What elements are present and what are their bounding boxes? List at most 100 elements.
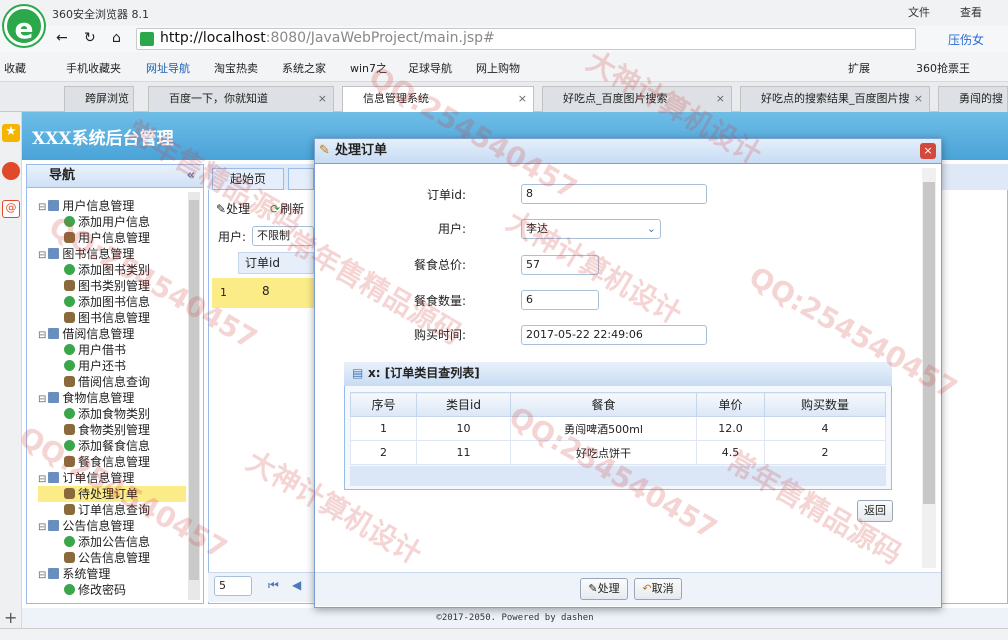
back-icon[interactable]: ←	[56, 30, 68, 46]
bookmark-favorites[interactable]: 收藏	[4, 60, 26, 76]
first-page-icon[interactable]: ⏮	[268, 578, 279, 593]
tab-crossscreen[interactable]: 跨屏浏览	[64, 86, 134, 112]
col-unit-price[interactable]: 单价	[696, 392, 765, 417]
nav-group[interactable]: 图书信息管理	[38, 246, 186, 262]
filter-label: 用户:	[218, 230, 247, 244]
nav-item[interactable]: 图书类别管理	[38, 278, 186, 294]
nav-item[interactable]: 借阅信息查询	[38, 374, 186, 390]
grid-header-orderid[interactable]: 订单id	[238, 252, 314, 274]
nav-group[interactable]: 用户信息管理	[38, 198, 186, 214]
nav-item[interactable]: 公告信息管理	[38, 550, 186, 566]
nav-item[interactable]: 食物类别管理	[38, 422, 186, 438]
add-icon[interactable]: +	[4, 608, 17, 627]
process-button[interactable]: ✎处理	[580, 578, 628, 600]
nav-item[interactable]: 用户借书	[38, 342, 186, 358]
nav-item[interactable]: 添加公告信息	[38, 534, 186, 550]
refresh-toolbar-button[interactable]: ⟳刷新	[270, 200, 304, 217]
nav-item[interactable]: 待处理订单	[38, 486, 186, 502]
tab-baidu[interactable]: 百度一下，你就知道 ×	[148, 86, 334, 112]
bookmark-taobao[interactable]: 淘宝热卖	[214, 60, 258, 76]
nav-scroll-thumb[interactable]	[189, 200, 199, 580]
nav-group[interactable]: 公告信息管理	[38, 518, 186, 534]
tab-search-results[interactable]: 好吃点的搜索结果_百度图片搜 ×	[740, 86, 930, 112]
user-label: 用户:	[437, 222, 466, 236]
tab-haochidian[interactable]: 好吃点_百度图片搜索 ×	[542, 86, 732, 112]
nav-item[interactable]: 添加用户信息	[38, 214, 186, 230]
nav-item[interactable]: 添加餐食信息	[38, 438, 186, 454]
nav-label: 添加食物类别	[78, 407, 151, 421]
menu-view[interactable]: 查看	[960, 4, 982, 20]
dialog-close-icon[interactable]: ×	[920, 143, 936, 159]
col-meal[interactable]: 餐食	[510, 392, 697, 417]
col-index[interactable]: 序号	[350, 392, 417, 417]
nav-item[interactable]: 餐食信息管理	[38, 454, 186, 470]
nav-item[interactable]: 添加食物类别	[38, 406, 186, 422]
nav-label: 添加图书类别	[78, 263, 151, 277]
bookmark-nav[interactable]: 网址导航	[146, 60, 190, 76]
weibo-icon[interactable]	[2, 162, 20, 180]
collapse-icon[interactable]: «	[187, 165, 195, 187]
nav-item[interactable]: 添加图书信息	[38, 294, 186, 310]
cancel-button[interactable]: ↶取消	[634, 578, 682, 600]
close-icon[interactable]: ×	[318, 87, 327, 111]
extensions-button[interactable]: 扩展	[848, 60, 870, 76]
nav-item[interactable]: 添加图书类别	[38, 262, 186, 278]
table-row[interactable]: 2 11 好吃点饼干 4.5 2	[350, 440, 886, 465]
nav-group[interactable]: 订单信息管理	[38, 470, 186, 486]
nav-group[interactable]: 食物信息管理	[38, 390, 186, 406]
back-button[interactable]: 返回	[857, 500, 893, 522]
total-price-field[interactable]: 57	[521, 255, 599, 275]
ticket-button[interactable]: 360抢票王	[916, 60, 970, 76]
bookmark-win7[interactable]: win7之	[350, 60, 387, 76]
home-icon[interactable]: ⌂	[112, 30, 121, 46]
reload-icon[interactable]: ↻	[84, 30, 96, 46]
tab-start-page[interactable]: 起始页	[212, 168, 284, 190]
process-toolbar-button[interactable]: ✎处理	[216, 200, 250, 217]
browser-titlebar	[0, 0, 1008, 26]
close-icon[interactable]: ×	[716, 87, 725, 111]
purchase-time-field[interactable]: 2017-05-22 22:49:06	[521, 325, 707, 345]
search-input[interactable]: 压伤女	[948, 31, 984, 48]
table-row[interactable]: 1 10 勇闯啤酒500ml 12.0 4	[350, 416, 886, 441]
bookmark-shopping[interactable]: 网上购物	[476, 60, 520, 76]
col-quantity[interactable]: 购买数量	[764, 392, 886, 417]
cell: 11	[416, 440, 511, 465]
nav-item[interactable]: 订单信息查询	[38, 502, 186, 518]
nav-group[interactable]: 借阅信息管理	[38, 326, 186, 342]
folder-icon	[48, 568, 60, 579]
tab-info-system[interactable]: 信息管理系统 ×	[342, 86, 534, 112]
nav-item[interactable]: 修改密码	[38, 582, 186, 598]
url-text[interactable]: http://localhost:8080/JavaWebProject/mai…	[160, 30, 495, 46]
tab-orders[interactable]	[288, 168, 314, 190]
bookmark-system[interactable]: 系统之家	[282, 60, 326, 76]
close-icon[interactable]: ×	[914, 87, 923, 111]
add-icon	[64, 344, 75, 355]
menu-file[interactable]: 文件	[908, 4, 930, 20]
nav-label: 系统管理	[62, 567, 111, 581]
nav-label: 用户借书	[78, 343, 127, 357]
col-category-id[interactable]: 类目id	[416, 392, 511, 417]
nav-group[interactable]: 系统管理	[38, 566, 186, 582]
quantity-field[interactable]: 6	[521, 290, 599, 310]
page-size-select[interactable]: 5	[214, 576, 252, 596]
tab-yongchuang[interactable]: 勇闯的搜	[938, 86, 1008, 112]
user-icon	[64, 280, 75, 291]
prev-page-icon[interactable]: ◀	[292, 578, 301, 592]
nav-tree: 用户信息管理添加用户信息用户信息管理图书信息管理添加图书类别图书类别管理添加图书…	[38, 198, 186, 598]
close-icon[interactable]: ×	[518, 87, 527, 111]
nav-item[interactable]: 图书信息管理	[38, 310, 186, 326]
folder-icon	[48, 248, 60, 259]
mail-icon[interactable]: @	[2, 200, 20, 218]
star-icon[interactable]: ★	[2, 124, 20, 142]
nav-item[interactable]: 用户信息管理	[38, 230, 186, 246]
filter-select[interactable]: 不限制	[252, 226, 314, 246]
user-select[interactable]: 李达 ⌄	[521, 219, 661, 239]
folder-icon	[48, 328, 60, 339]
bookmark-mobile[interactable]: 手机收藏夹	[66, 60, 121, 76]
edit-icon: ✎	[588, 582, 598, 595]
bookmark-football[interactable]: 足球导航	[408, 60, 452, 76]
dialog-scroll-thumb[interactable]	[923, 182, 935, 504]
nav-item[interactable]: 用户还书	[38, 358, 186, 374]
nav-label: 订单信息管理	[62, 471, 135, 485]
order-id-field[interactable]: 8	[521, 184, 707, 204]
